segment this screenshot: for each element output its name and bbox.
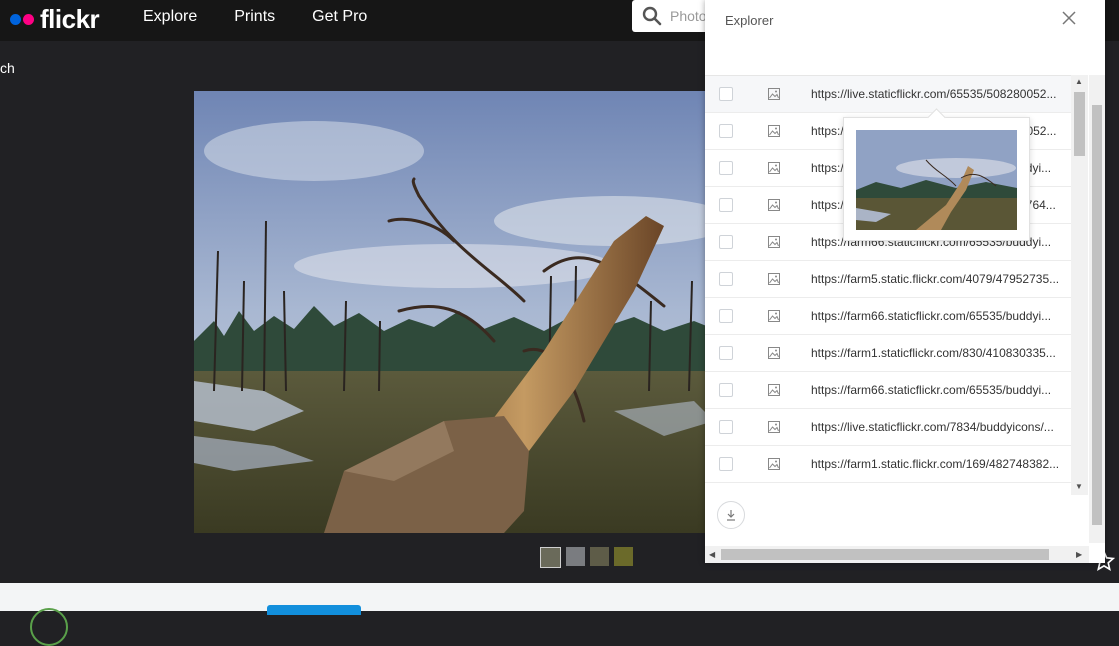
image-icon <box>768 198 780 216</box>
image-url[interactable]: https://farm1.static.flickr.com/169/4827… <box>811 457 1061 471</box>
nav-explore[interactable]: Explore <box>143 8 197 26</box>
row-checkbox[interactable] <box>719 272 733 286</box>
search-placeholder: Photo <box>670 8 707 24</box>
row-checkbox[interactable] <box>719 235 733 249</box>
row-checkbox[interactable] <box>719 309 733 323</box>
scroll-right-icon[interactable]: ▶ <box>1076 550 1082 559</box>
image-icon <box>768 272 780 290</box>
image-url[interactable]: https://farm5.static.flickr.com/4079/479… <box>811 272 1061 286</box>
image-icon <box>768 346 780 364</box>
scroll-left-icon[interactable]: ◀ <box>709 550 715 559</box>
preview-image <box>856 130 1017 230</box>
image-url[interactable]: https://farm66.staticflickr.com/65535/bu… <box>811 383 1061 397</box>
main-photo[interactable] <box>194 91 714 533</box>
image-icon <box>768 161 780 179</box>
logo-wordmark: flickr <box>40 3 100 34</box>
filmstrip-thumb[interactable] <box>614 547 633 566</box>
image-preview-tooltip <box>843 108 1030 241</box>
url-list-row[interactable]: https://live.staticflickr.com/65535/5082… <box>705 76 1071 113</box>
nav-prints[interactable]: Prints <box>234 8 275 26</box>
horizontal-scroll-thumb[interactable] <box>721 549 1049 560</box>
url-list-row[interactable]: https://farm1.static.flickr.com/169/4827… <box>705 446 1071 483</box>
scroll-down-icon[interactable]: ▼ <box>1075 483 1083 491</box>
photo-info-strip <box>0 583 1119 646</box>
image-url[interactable]: https://live.staticflickr.com/7834/buddy… <box>811 420 1061 434</box>
panel-title: Explorer <box>725 13 774 28</box>
image-icon <box>768 235 780 253</box>
row-checkbox[interactable] <box>719 420 733 434</box>
main-nav: Explore Prints Get Pro <box>143 0 404 33</box>
url-list-row[interactable]: https://farm5.static.flickr.com/4079/479… <box>705 261 1071 298</box>
row-checkbox[interactable] <box>719 161 733 175</box>
search-icon <box>642 6 662 26</box>
nav-get-pro[interactable]: Get Pro <box>312 8 367 26</box>
download-icon <box>727 510 735 521</box>
explorer-panel: Explorer https://live.staticflickr.com/6… <box>705 0 1105 563</box>
list-scrollbar[interactable]: ▲ ▼ <box>1071 75 1088 495</box>
list-scroll-thumb[interactable] <box>1074 92 1085 156</box>
filmstrip-thumb[interactable] <box>540 547 561 568</box>
download-button[interactable] <box>717 501 745 529</box>
back-to-link[interactable]: ch <box>0 60 15 76</box>
url-list-row[interactable]: https://farm1.staticflickr.com/830/41083… <box>705 335 1071 372</box>
logo-blue-dot <box>10 13 21 25</box>
follow-button[interactable] <box>267 605 361 615</box>
image-icon <box>768 87 780 105</box>
image-url[interactable]: https://farm66.staticflickr.com/65535/bu… <box>811 309 1061 323</box>
panel-scrollbar[interactable] <box>1089 75 1105 543</box>
image-icon <box>768 457 780 475</box>
row-checkbox[interactable] <box>719 346 733 360</box>
url-list-row[interactable]: https://farm66.staticflickr.com/65535/bu… <box>705 372 1071 409</box>
row-checkbox[interactable] <box>719 383 733 397</box>
image-url[interactable]: https://live.staticflickr.com/65535/5082… <box>811 87 1061 101</box>
row-checkbox[interactable] <box>719 124 733 138</box>
image-icon <box>768 383 780 401</box>
image-icon <box>768 124 780 142</box>
panel-scroll-thumb[interactable] <box>1092 105 1102 525</box>
row-checkbox[interactable] <box>719 87 733 101</box>
horizontal-scrollbar[interactable]: ◀ ▶ <box>705 546 1089 563</box>
url-list-row[interactable]: https://farm66.staticflickr.com/65535/bu… <box>705 298 1071 335</box>
flickr-logo[interactable]: flickr <box>10 2 100 36</box>
image-icon <box>768 309 780 327</box>
scroll-up-icon[interactable]: ▲ <box>1075 78 1083 86</box>
image-url[interactable]: https://farm1.staticflickr.com/830/41083… <box>811 346 1061 360</box>
url-list-row[interactable]: https://live.staticflickr.com/7834/buddy… <box>705 409 1071 446</box>
logo-pink-dot <box>23 13 34 25</box>
photo-filmstrip <box>540 547 633 568</box>
avatar[interactable] <box>30 608 68 646</box>
filmstrip-thumb[interactable] <box>566 547 585 566</box>
image-icon <box>768 420 780 438</box>
close-icon[interactable] <box>1061 10 1077 26</box>
row-checkbox[interactable] <box>719 198 733 212</box>
row-checkbox[interactable] <box>719 457 733 471</box>
filmstrip-thumb[interactable] <box>590 547 609 566</box>
